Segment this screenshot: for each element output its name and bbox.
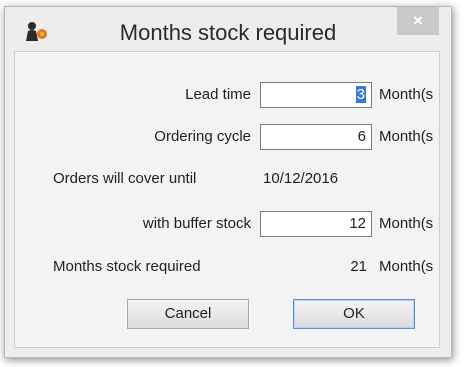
months-required-unit: Month(s: [379, 258, 434, 275]
months-required-label: Months stock required: [53, 258, 201, 275]
cancel-button[interactable]: Cancel: [127, 299, 249, 329]
form-panel: Lead time 3 Month(s Ordering cycle 6 Mon…: [14, 51, 440, 348]
buffer-stock-input[interactable]: 12: [260, 211, 372, 237]
months-stock-dialog: Months stock required × Lead time 3 Mont…: [4, 6, 452, 358]
buffer-stock-value: 12: [349, 215, 366, 232]
dialog-titlebar[interactable]: Months stock required ×: [5, 7, 451, 57]
orders-cover-date: 10/12/2016: [263, 170, 339, 187]
ordering-cycle-input[interactable]: 6: [260, 124, 372, 150]
buffer-stock-unit: Month(s: [379, 215, 434, 232]
close-icon: ×: [413, 11, 423, 30]
lead-time-value: 3: [355, 86, 366, 103]
ordering-cycle-unit: Month(s: [379, 128, 434, 145]
ok-button[interactable]: OK: [293, 299, 415, 329]
lead-time-unit: Month(s: [379, 86, 434, 103]
ordering-cycle-value: 6: [357, 128, 366, 145]
orders-cover-label: Orders will cover until: [53, 170, 197, 187]
lead-time-input[interactable]: 3: [260, 82, 372, 108]
dialog-title: Months stock required: [119, 20, 337, 45]
buffer-stock-label: with buffer stock: [142, 215, 251, 232]
lead-time-label: Lead time: [185, 86, 251, 103]
months-required-value: 21: [350, 258, 367, 275]
close-button[interactable]: ×: [397, 7, 439, 35]
ordering-cycle-label: Ordering cycle: [154, 128, 251, 145]
